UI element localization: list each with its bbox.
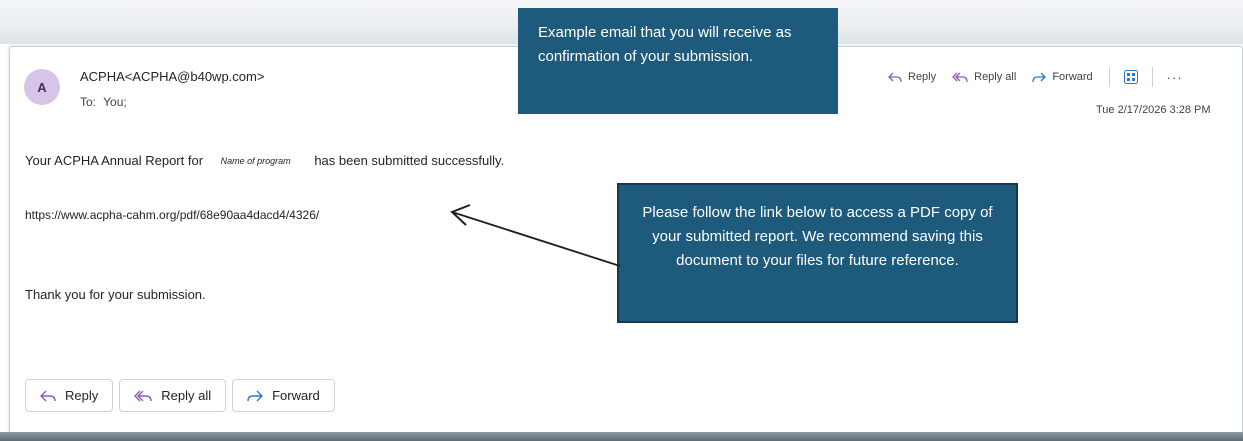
toolbar-reply-all-label: Reply all — [974, 71, 1017, 83]
thank-you-text: Thank you for your submission. — [25, 287, 206, 302]
toolbar-divider — [1108, 67, 1110, 87]
to-value[interactable]: You; — [103, 95, 127, 109]
apps-icon — [1123, 70, 1138, 84]
response-buttons: Reply Reply all Forward — [25, 379, 341, 412]
toolbar-forward-label: Forward — [1052, 71, 1093, 83]
forward-icon — [1032, 72, 1047, 82]
confirmation-callout: Example email that you will receive as c… — [518, 8, 838, 114]
sender-address[interactable]: ACPHA<ACPHA@b40wp.com> — [80, 69, 264, 84]
reply-all-button-label: Reply all — [161, 388, 212, 403]
sent-date: Tue 2/17/2026 3:28 PM — [1096, 104, 1211, 116]
reply-all-icon — [952, 72, 968, 82]
reply-all-button[interactable]: Reply all — [119, 379, 227, 412]
forward-icon — [247, 390, 264, 401]
to-label: To: — [80, 95, 97, 109]
reply-icon — [888, 72, 902, 82]
forward-button-label: Forward — [272, 388, 320, 403]
toolbar-reply-all-button[interactable]: Reply all — [952, 71, 1016, 83]
body-text-after: has been submitted successfully. — [314, 153, 505, 168]
background-bottom — [0, 432, 1243, 441]
body-text-before: Your ACPHA Annual Report for — [25, 153, 204, 168]
toolbar-divider — [1151, 67, 1153, 87]
forward-button[interactable]: Forward — [232, 379, 335, 412]
apps-button[interactable] — [1123, 70, 1138, 84]
reply-all-icon — [134, 390, 152, 401]
message-toolbar: Reply Reply all Forward ··· — [888, 67, 1183, 87]
reply-button-label: Reply — [65, 388, 99, 403]
reply-button[interactable]: Reply — [25, 379, 114, 412]
toolbar-forward-button[interactable]: Forward — [1032, 71, 1093, 83]
reply-icon — [40, 390, 56, 401]
pdf-link-callout: Please follow the link below to access a… — [617, 183, 1018, 323]
report-pdf-link[interactable]: https://www.acpha-cahm.org/pdf/68e90aa4d… — [25, 208, 319, 222]
sender-avatar[interactable]: A — [24, 69, 60, 105]
more-icon[interactable]: ··· — [1167, 70, 1183, 85]
message-body-line: Your ACPHA Annual Report for Name of pro… — [25, 153, 504, 168]
toolbar-reply-label: Reply — [908, 71, 937, 83]
toolbar-reply-button[interactable]: Reply — [888, 71, 936, 83]
recipient-line: To: You; — [80, 95, 127, 109]
program-name: Name of program — [220, 156, 291, 166]
